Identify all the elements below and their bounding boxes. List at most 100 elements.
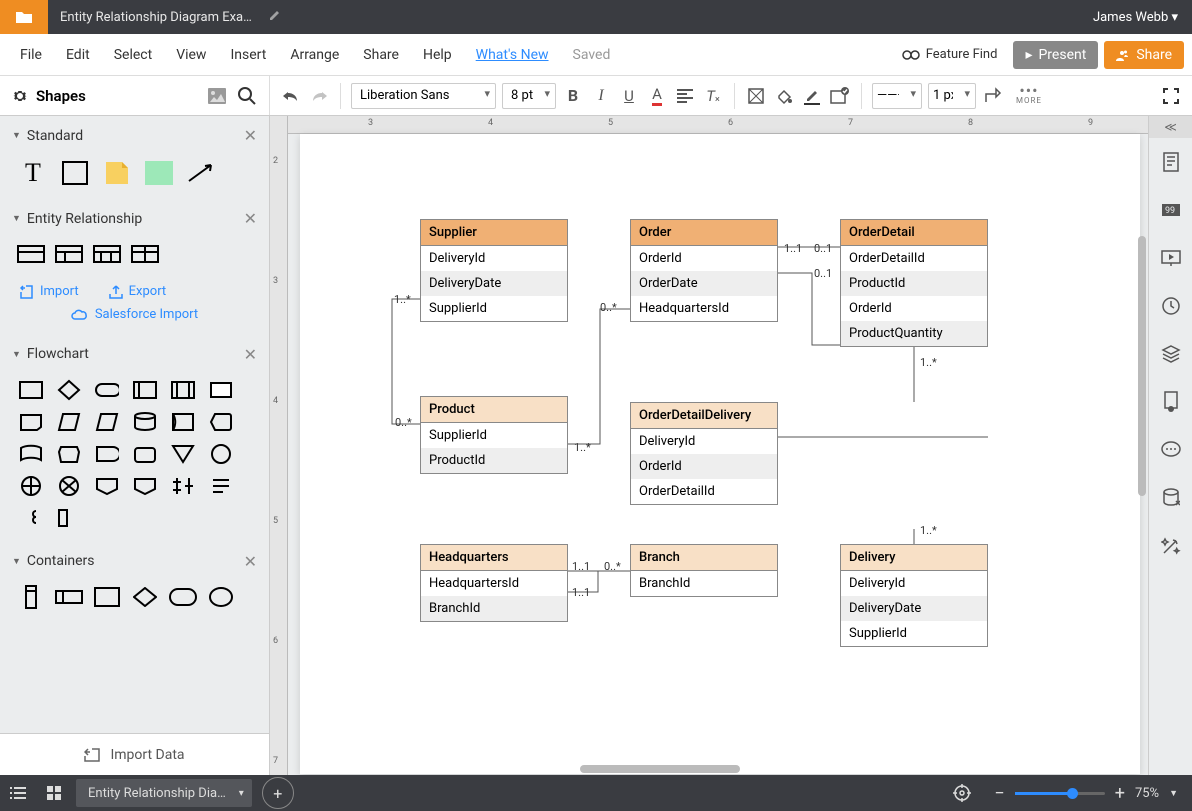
shape-flowchart-13[interactable] <box>54 442 84 466</box>
target-icon[interactable] <box>944 775 980 811</box>
text-color-button[interactable]: A <box>646 85 668 107</box>
entity-order[interactable]: OrderOrderIdOrderDateHeadquartersId <box>630 219 778 322</box>
import-link[interactable]: Import <box>20 284 79 299</box>
chat-icon[interactable] <box>1149 426 1192 474</box>
master-pages-icon[interactable] <box>1149 378 1192 426</box>
section-flowchart[interactable]: ▼Flowchart✕ <box>0 335 269 374</box>
section-entity[interactable]: ▼Entity Relationship✕ <box>0 199 269 238</box>
shape-container-3[interactable] <box>92 585 122 609</box>
shape-flowchart-19[interactable] <box>54 474 84 498</box>
underline-button[interactable]: U <box>618 85 640 107</box>
shape-flowchart-25[interactable] <box>54 506 84 530</box>
font-select[interactable]: Liberation Sans <box>351 83 496 109</box>
zoom-out-button[interactable]: − <box>994 783 1004 804</box>
fullscreen-button[interactable] <box>1160 85 1182 107</box>
shape-flowchart-0[interactable] <box>16 378 46 402</box>
shape-container-6[interactable] <box>206 585 236 609</box>
zoom-value[interactable]: 75% <box>1135 786 1159 801</box>
canvas[interactable]: 234567 3456789 SupplierDeliveryIdDeliver… <box>270 116 1148 775</box>
shape-rect[interactable] <box>58 159 92 187</box>
menu-edit[interactable]: Edit <box>54 41 102 69</box>
scrollbar-vertical[interactable] <box>1138 236 1146 496</box>
shape-block[interactable] <box>142 159 176 187</box>
diagram-page[interactable]: SupplierDeliveryIdDeliveryDateSupplierId… <box>300 134 1140 774</box>
shape-flowchart-24[interactable] <box>16 506 46 530</box>
shape-container-1[interactable] <box>16 585 46 609</box>
entity-delivery[interactable]: DeliveryDeliveryIdDeliveryDateSupplierId <box>840 544 988 647</box>
share-button[interactable]: Share <box>1104 41 1184 69</box>
shape-flowchart-4[interactable] <box>168 378 198 402</box>
shape-flowchart-15[interactable] <box>130 442 160 466</box>
shape-flowchart-8[interactable] <box>92 410 122 434</box>
document-title[interactable]: Entity Relationship Diagram Exa… <box>48 10 264 25</box>
zoom-in-button[interactable]: + <box>1115 783 1125 804</box>
scrollbar-horizontal[interactable] <box>580 765 740 773</box>
zoom-control[interactable]: − + 75% ▼ <box>980 783 1192 804</box>
italic-button[interactable]: I <box>590 85 612 107</box>
menu-share[interactable]: Share <box>351 41 411 69</box>
page-settings-icon[interactable] <box>1149 138 1192 186</box>
folder-icon[interactable] <box>0 0 48 34</box>
shape-flowchart-11[interactable] <box>206 410 236 434</box>
close-icon[interactable]: ✕ <box>244 126 257 145</box>
line-route-button[interactable] <box>982 85 1004 107</box>
presentation-icon[interactable] <box>1149 234 1192 282</box>
shape-flowchart-10[interactable] <box>168 410 198 434</box>
shape-flowchart-5[interactable] <box>206 378 236 402</box>
feature-find[interactable]: Feature Find <box>902 47 998 62</box>
shape-er-4[interactable] <box>130 242 160 266</box>
entity-branch[interactable]: BranchBranchId <box>630 544 778 597</box>
shape-er-2[interactable] <box>54 242 84 266</box>
entity-orderdetail[interactable]: OrderDetailOrderDetailIdProductIdOrderId… <box>840 219 988 347</box>
shape-fill-button[interactable] <box>745 85 767 107</box>
shape-flowchart-12[interactable] <box>16 442 46 466</box>
grid-view-icon[interactable] <box>36 775 72 811</box>
edit-title-icon[interactable] <box>268 8 282 26</box>
shape-flowchart-17[interactable] <box>206 442 236 466</box>
image-icon[interactable] <box>207 87 227 105</box>
menu-view[interactable]: View <box>164 41 218 69</box>
entity-product[interactable]: ProductSupplierIdProductId <box>420 396 568 474</box>
present-button[interactable]: ▸ Present <box>1013 41 1098 69</box>
line-width-select[interactable]: 1 px <box>928 83 976 109</box>
shape-container-4[interactable] <box>130 585 160 609</box>
shape-flowchart-23[interactable] <box>206 474 236 498</box>
menu-insert[interactable]: Insert <box>218 41 278 69</box>
shape-flowchart-20[interactable] <box>92 474 122 498</box>
menu-whats-new[interactable]: What's New <box>464 41 561 69</box>
shape-flowchart-18[interactable] <box>16 474 46 498</box>
add-page-button[interactable]: + <box>262 777 294 809</box>
shape-flowchart-6[interactable] <box>16 410 46 434</box>
shape-flowchart-1[interactable] <box>54 378 84 402</box>
shape-flowchart-22[interactable] <box>168 474 198 498</box>
clear-format-button[interactable]: T× <box>702 85 724 107</box>
menu-file[interactable]: File <box>8 41 54 69</box>
entity-supplier[interactable]: SupplierDeliveryIdDeliveryDateSupplierId <box>420 219 568 322</box>
gear-icon[interactable] <box>12 88 28 104</box>
section-containers[interactable]: ▼Containers✕ <box>0 542 269 581</box>
shape-container-2[interactable] <box>54 585 84 609</box>
menu-help[interactable]: Help <box>411 41 464 69</box>
search-icon[interactable] <box>237 86 257 106</box>
section-standard[interactable]: ▼Standard✕ <box>0 116 269 155</box>
font-size-select[interactable]: 8 pt <box>502 83 556 109</box>
magic-icon[interactable] <box>1149 522 1192 570</box>
close-icon[interactable]: ✕ <box>244 209 257 228</box>
entity-headquarters[interactable]: HeadquartersHeadquartersIdBranchId <box>420 544 568 622</box>
shape-text[interactable]: T <box>16 159 50 187</box>
shape-arrow[interactable] <box>184 159 218 187</box>
salesforce-import-link[interactable]: Salesforce Import <box>71 307 198 322</box>
export-link[interactable]: Export <box>109 284 167 299</box>
shape-er-3[interactable] <box>92 242 122 266</box>
fill-bucket-button[interactable] <box>773 85 795 107</box>
shape-flowchart-16[interactable] <box>168 442 198 466</box>
menu-select[interactable]: Select <box>102 41 164 69</box>
history-icon[interactable] <box>1149 282 1192 330</box>
shape-container-5[interactable] <box>168 585 198 609</box>
align-button[interactable] <box>674 85 696 107</box>
shape-flowchart-14[interactable] <box>92 442 122 466</box>
close-icon[interactable]: ✕ <box>244 345 257 364</box>
shape-er-1[interactable] <box>16 242 46 266</box>
shape-note[interactable] <box>100 159 134 187</box>
database-icon[interactable] <box>1149 474 1192 522</box>
